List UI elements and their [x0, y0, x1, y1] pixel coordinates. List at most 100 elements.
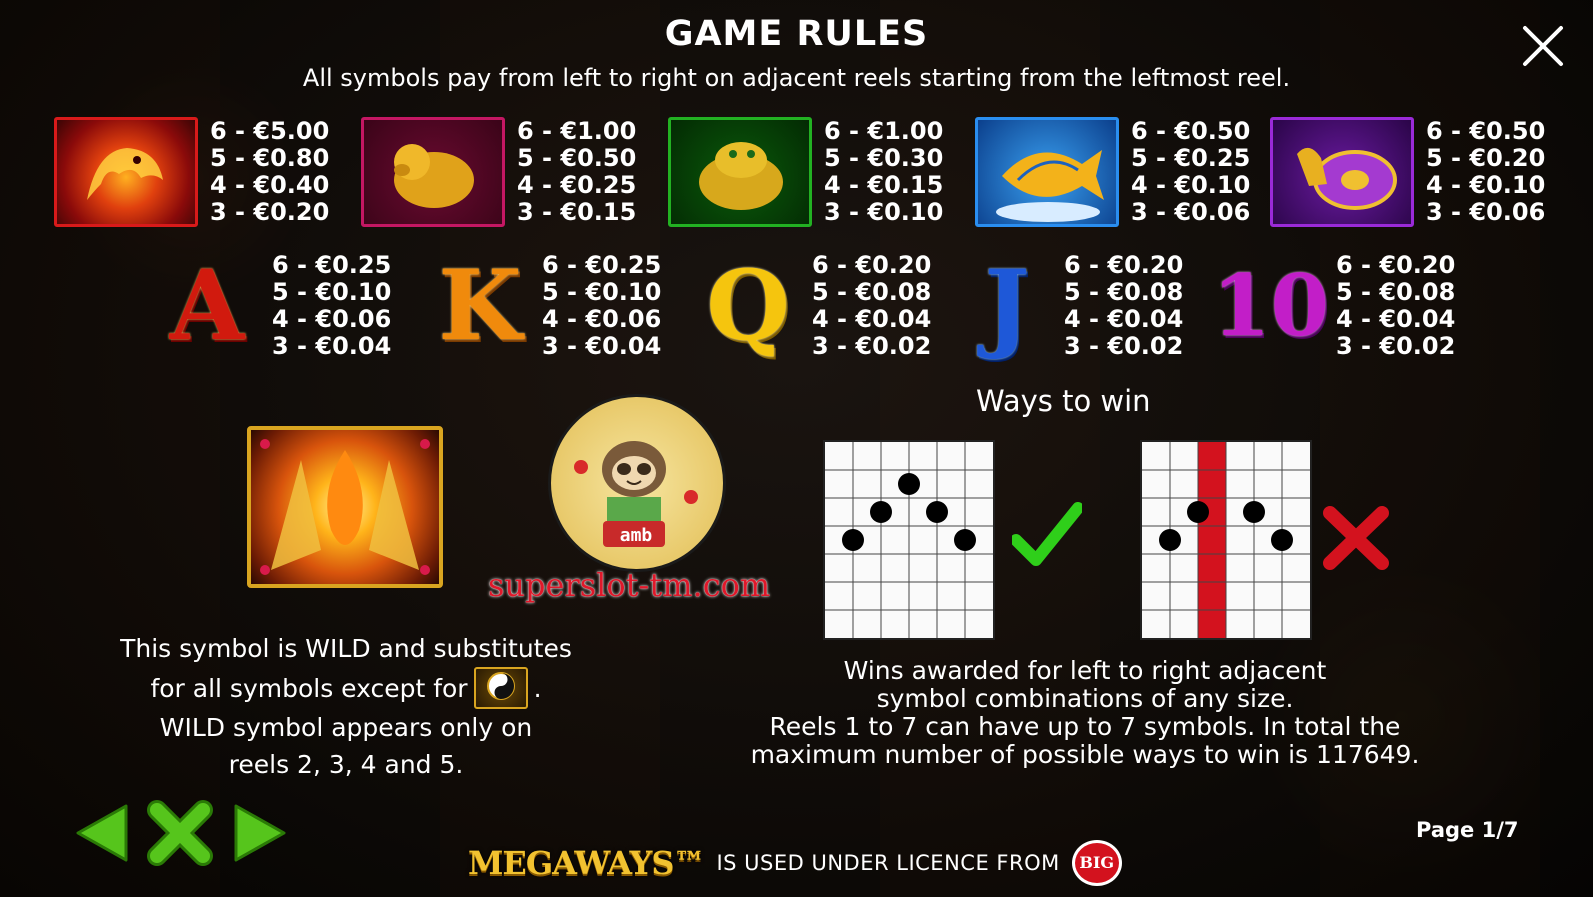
megaways-logo: MEGAWAYS™ [468, 844, 705, 882]
king-icon: K [438, 249, 522, 362]
pay-line: 3 - €0.06 [1426, 198, 1546, 226]
page-indicator: Page 1/7 [1416, 818, 1519, 842]
wild-desc-line: This symbol is WILD and substitutes [120, 634, 572, 663]
pay-line: 3 - €0.02 [1064, 332, 1184, 360]
pay-line: 4 - €0.10 [1426, 171, 1546, 199]
symbol-dot [1159, 529, 1181, 551]
ways-grid-valid-drawing [825, 442, 993, 638]
ways-desc-line: symbol combinations of any size. [876, 684, 1294, 713]
pay-line: 6 - €1.00 [517, 117, 637, 145]
symbol-dot [954, 529, 976, 551]
amb-logo-text: amb [619, 525, 653, 546]
page-title: GAME RULES [664, 14, 929, 54]
pay-line: 3 - €0.10 [824, 198, 944, 226]
pay-line: 4 - €0.06 [542, 305, 662, 333]
symbol-dot [898, 473, 920, 495]
paytable-koi: 6 - €0.50 5 - €0.25 4 - €0.10 3 - €0.06 [975, 117, 1250, 227]
close-icon[interactable] [1519, 22, 1567, 70]
symbol-dot [1187, 501, 1209, 523]
ten-pays: 6 - €0.20 5 - €0.08 4 - €0.04 3 - €0.02 [1336, 252, 1455, 360]
turtle-pays: 6 - €0.50 5 - €0.20 4 - €0.10 3 - €0.06 [1426, 118, 1545, 226]
pay-line: 5 - €0.30 [824, 144, 944, 172]
pay-line: 3 - €0.04 [542, 332, 662, 360]
pay-line: 6 - €0.50 [1426, 117, 1546, 145]
pay-line: 4 - €0.04 [1336, 305, 1456, 333]
pay-line: 3 - €0.04 [272, 332, 392, 360]
jack-icon: J [984, 249, 1030, 362]
pay-line: 4 - €0.04 [812, 305, 932, 333]
pay-line: 5 - €0.08 [1064, 278, 1184, 306]
ways-title: Ways to win [976, 384, 1151, 418]
pay-line: 6 - €0.20 [1064, 251, 1184, 279]
symbol-dot [842, 529, 864, 551]
toad-icon [668, 117, 812, 227]
symbol-dot [870, 501, 892, 523]
close-paytable-button[interactable] [147, 800, 213, 866]
pay-line: 5 - €0.08 [1336, 278, 1456, 306]
pay-line: 6 - €0.50 [1131, 117, 1251, 145]
pay-line: 5 - €0.10 [272, 278, 392, 306]
wild-desc-line: WILD symbol appears only on [159, 713, 533, 742]
koi-fish-icon [975, 117, 1119, 227]
symbol-dot [926, 501, 948, 523]
wild-desc-line: reels 2, 3, 4 and 5. [228, 750, 464, 779]
king-pays: 6 - €0.25 5 - €0.10 4 - €0.06 3 - €0.04 [542, 252, 661, 360]
pig-pays: 6 - €1.00 5 - €0.50 4 - €0.25 3 - €0.15 [517, 118, 636, 226]
cross-icon [1323, 506, 1389, 570]
pay-line: 3 - €0.02 [812, 332, 932, 360]
pay-line: 3 - €0.02 [1336, 332, 1456, 360]
paytable-toad: 6 - €1.00 5 - €0.30 4 - €0.15 3 - €0.10 [668, 117, 943, 227]
pig-icon [361, 117, 505, 227]
queen-pays: 6 - €0.20 5 - €0.08 4 - €0.04 3 - €0.02 [812, 252, 931, 360]
paytable-jack: J 6 - €0.20 5 - €0.08 4 - €0.04 3 - €0.0… [962, 252, 1183, 360]
pay-line: 6 - €0.25 [272, 251, 392, 279]
ways-desc-line: maximum number of possible ways to win i… [750, 740, 1420, 769]
pay-line: 3 - €0.15 [517, 198, 637, 226]
pay-line: 6 - €1.00 [824, 117, 944, 145]
ways-grid-invalid [1140, 440, 1312, 640]
paytable-king: K 6 - €0.25 5 - €0.10 4 - €0.06 3 - €0.0… [430, 252, 661, 360]
licence-text: IS USED UNDER LICENCE FROM [716, 851, 1060, 875]
pay-line: 3 - €0.20 [210, 198, 330, 226]
checkmark-icon [1012, 502, 1082, 566]
ace-pays: 6 - €0.25 5 - €0.10 4 - €0.06 3 - €0.04 [272, 252, 391, 360]
dragon-icon [54, 117, 198, 227]
ways-desc-line: Wins awarded for left to right adjacent [843, 656, 1327, 685]
pay-line: 4 - €0.40 [210, 171, 330, 199]
ways-grid-valid [823, 440, 995, 640]
pay-line: 4 - €0.10 [1131, 171, 1251, 199]
next-page-button[interactable] [232, 802, 290, 864]
pay-line: 5 - €0.08 [812, 278, 932, 306]
ways-grid-invalid-drawing [1142, 442, 1310, 638]
dragon-pays: 6 - €5.00 5 - €0.80 4 - €0.40 3 - €0.20 [210, 118, 329, 226]
pay-line: 5 - €0.25 [1131, 144, 1251, 172]
watermark-text: superslot-tm.com [488, 566, 771, 604]
amb-sloth-logo: amb [548, 394, 726, 572]
prev-page-button[interactable] [72, 802, 130, 864]
toad-pays: 6 - €1.00 5 - €0.30 4 - €0.15 3 - €0.10 [824, 118, 943, 226]
blocked-reel [1198, 442, 1226, 638]
pay-line: 4 - €0.04 [1064, 305, 1184, 333]
pay-line: 5 - €0.10 [542, 278, 662, 306]
jack-pays: 6 - €0.20 5 - €0.08 4 - €0.04 3 - €0.02 [1064, 252, 1183, 360]
wild-description: This symbol is WILD and substitutes for … [96, 630, 596, 783]
yin-yang-scatter-icon [473, 667, 528, 709]
ace-icon: A [169, 249, 245, 362]
big-logo: BIG [1071, 840, 1122, 886]
pay-line: 3 - €0.06 [1131, 198, 1251, 226]
wild-desc-text: for all symbols except for [150, 673, 468, 703]
wild-desc-text: . [533, 673, 542, 703]
pay-line: 6 - €0.20 [1336, 251, 1456, 279]
koi-pays: 6 - €0.50 5 - €0.25 4 - €0.10 3 - €0.06 [1131, 118, 1250, 226]
pay-line: 4 - €0.06 [272, 305, 392, 333]
paytable-queen: Q 6 - €0.20 5 - €0.08 4 - €0.04 3 - €0.0… [696, 252, 931, 360]
paytable-ace: A 6 - €0.25 5 - €0.10 4 - €0.06 3 - €0.0… [154, 249, 392, 362]
pay-line: 5 - €0.50 [517, 144, 637, 172]
pay-line: 6 - €0.20 [812, 251, 932, 279]
ten-icon: 10 [1212, 256, 1329, 355]
ways-description: Wins awarded for left to right adjacent … [700, 657, 1470, 769]
queen-icon: Q [706, 249, 790, 362]
pay-line: 5 - €0.80 [210, 144, 330, 172]
pay-line: 6 - €0.25 [542, 251, 662, 279]
paytable-pig: 6 - €1.00 5 - €0.50 4 - €0.25 3 - €0.15 [361, 117, 636, 227]
